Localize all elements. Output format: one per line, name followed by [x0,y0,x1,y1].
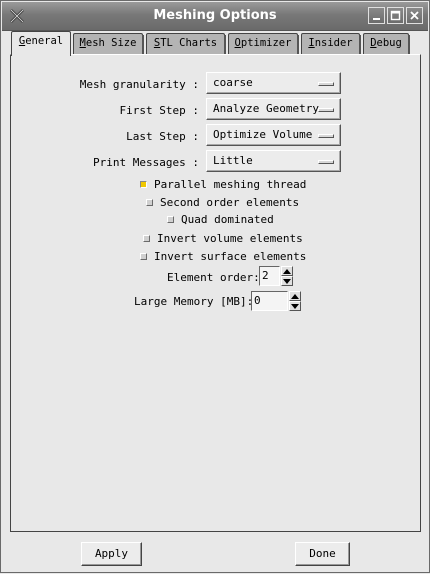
window-title: Meshing Options [153,8,277,23]
tab-general[interactable]: General [11,31,71,56]
maximize-icon [390,10,401,21]
tab-optimizer[interactable]: Optimizer [228,33,298,54]
tab-debug[interactable]: Debug [363,33,409,54]
tab-separator [359,35,361,54]
tab-separator [224,35,226,54]
general-tab-panel [10,54,421,532]
tab-separator [297,35,299,54]
apply-button[interactable]: Apply [81,542,142,566]
maximize-button[interactable] [387,7,404,24]
close-button[interactable] [406,7,423,24]
tab-stl-charts[interactable]: STL Charts [146,33,225,54]
tab-stl-charts-label: TL Charts [160,37,218,49]
tab-separator [142,35,144,54]
tab-insider[interactable]: Insider [301,33,360,54]
meshing-options-window: Meshing Options General Mesh Size STL Ch… [0,0,430,573]
done-button[interactable]: Done [295,542,350,566]
tab-mesh-size-label: esh Size [85,37,137,49]
tab-debug-label: ebug [376,37,402,49]
tab-general-label: eneral [25,35,64,47]
minimize-icon [373,18,380,20]
tab-insider-label: nsider [314,37,353,49]
close-icon [410,11,419,20]
minimize-button[interactable] [368,7,385,24]
title-bar[interactable]: Meshing Options [2,2,428,31]
tab-mesh-size[interactable]: Mesh Size [73,33,143,54]
tab-optimizer-label: ptimizer [240,37,292,49]
tab-separator [408,35,410,54]
